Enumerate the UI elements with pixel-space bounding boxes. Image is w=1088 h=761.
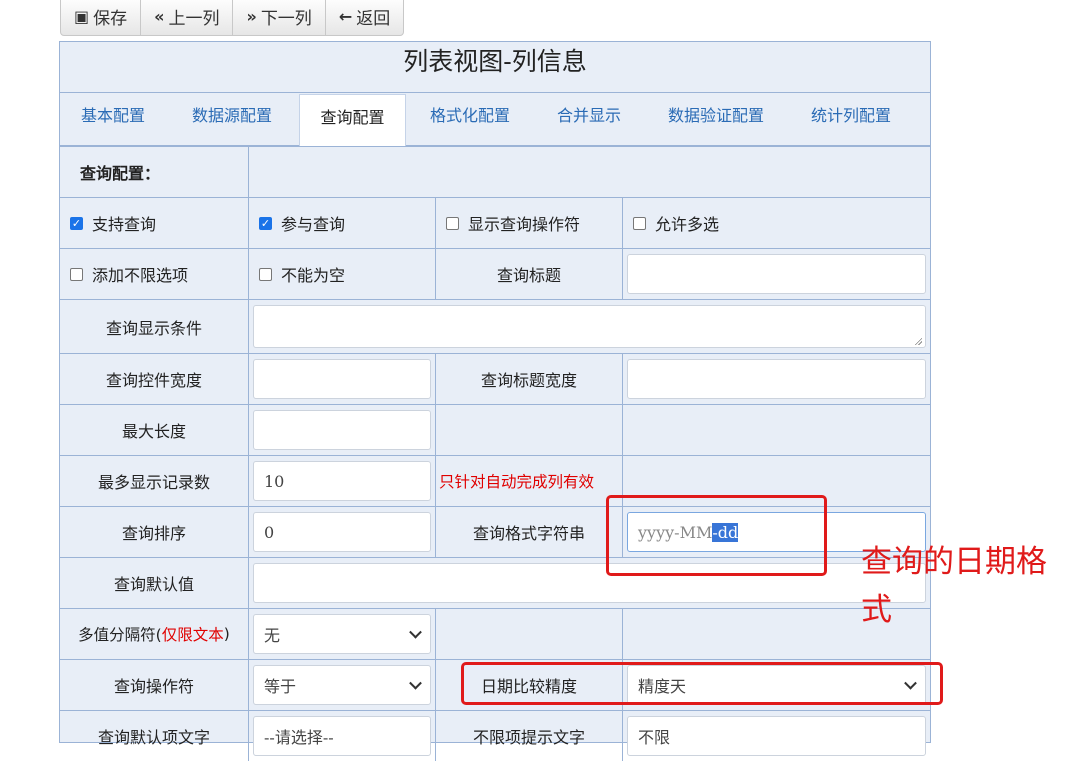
page-title: 列表视图-列信息 xyxy=(60,42,930,93)
show-query-operator-label: 显示查询操作符 xyxy=(468,215,581,234)
query-title-input[interactable] xyxy=(627,254,926,294)
multi-separator-label-a: 多值分隔符( xyxy=(78,626,162,644)
save-button[interactable]: ▣ 保存 xyxy=(60,0,142,36)
tab-bar: 基本配置 数据源配置 查询配置 格式化配置 合并显示 数据验证配置 统计列配置 xyxy=(60,93,930,146)
form-row: 多值分隔符(仅限文本) 无 xyxy=(60,608,930,659)
max-length-label: 最大长度 xyxy=(121,422,186,441)
unlimited-hint-label: 不限项提示文字 xyxy=(435,711,622,761)
not-empty-checkbox[interactable] xyxy=(259,267,272,281)
max-records-cell: 10 xyxy=(248,456,435,506)
max-length-input[interactable] xyxy=(253,410,431,450)
query-title-width-input[interactable] xyxy=(627,359,926,399)
query-format-label: 查询格式字符串 xyxy=(435,507,622,557)
query-operator-select[interactable]: 等于 xyxy=(253,665,431,705)
allow-multi-select-checkbox[interactable] xyxy=(633,216,646,230)
query-operator-label: 查询操作符 xyxy=(113,677,194,696)
toolbar: ▣ 保存 « 上一列 » 下一列 ← 返回 xyxy=(60,0,405,37)
query-sort-label: 查询排序 xyxy=(121,524,186,543)
tab-stat-column-config[interactable]: 统计列配置 xyxy=(811,93,891,145)
empty-cell xyxy=(435,609,622,659)
allow-multi-select-label: 允许多选 xyxy=(655,215,720,234)
back-button[interactable]: ← 返回 xyxy=(324,0,405,36)
annotation-note: 查询的日期格式 xyxy=(861,544,1047,628)
not-empty-label: 不能为空 xyxy=(281,266,346,285)
prev-column-button[interactable]: « 上一列 xyxy=(140,0,234,36)
double-chevron-left-icon: « xyxy=(154,6,165,26)
default-item-label: 查询默认项文字 xyxy=(97,728,210,747)
query-display-condition-label: 查询显示条件 xyxy=(105,318,202,338)
tab-basic-config[interactable]: 基本配置 xyxy=(81,93,145,145)
next-label: 下一列 xyxy=(260,8,312,29)
form-row: 查询默认项文字 --请选择-- 不限项提示文字 不限 xyxy=(60,710,930,761)
query-title-label: 查询标题 xyxy=(435,249,622,299)
section-label: 查询配置： xyxy=(80,164,161,183)
unlimited-hint-cell: 不限 xyxy=(622,711,930,761)
resize-handle-icon[interactable] xyxy=(914,337,922,345)
empty-cell xyxy=(622,405,930,455)
allow-multi-select-option[interactable]: 允许多选 xyxy=(622,198,930,248)
participate-query-checkbox[interactable]: ✓ xyxy=(259,216,272,230)
empty-cell xyxy=(248,147,930,197)
floppy-disk-icon: ▣ xyxy=(74,6,90,26)
show-query-operator-checkbox[interactable] xyxy=(446,216,459,230)
next-column-button[interactable]: » 下一列 xyxy=(232,0,326,36)
query-control-width-label: 查询控件宽度 xyxy=(105,371,202,390)
support-query-checkbox[interactable]: ✓ xyxy=(70,216,83,230)
annotation-box-precision xyxy=(461,662,943,705)
support-query-label: 支持查询 xyxy=(92,215,157,234)
form-row: 最大长度 xyxy=(60,404,930,455)
query-display-condition-textarea[interactable] xyxy=(253,305,926,348)
query-sort-input[interactable]: 0 xyxy=(253,512,431,552)
show-query-operator-option[interactable]: 显示查询操作符 xyxy=(435,198,622,248)
add-unlimited-label: 添加不限选项 xyxy=(92,266,189,285)
query-control-width-input[interactable] xyxy=(253,359,431,399)
tab-format-config[interactable]: 格式化配置 xyxy=(430,93,510,145)
add-unlimited-checkbox[interactable] xyxy=(70,267,83,281)
max-records-input[interactable]: 10 xyxy=(253,461,431,501)
support-query-option[interactable]: ✓ 支持查询 xyxy=(60,198,248,248)
query-display-condition-cell xyxy=(248,300,930,353)
default-item-cell: --请选择-- xyxy=(248,711,435,761)
double-chevron-right-icon: » xyxy=(246,6,257,26)
form-row: 查询控件宽度 查询标题宽度 xyxy=(60,353,930,404)
max-records-hint: 只针对自动完成列有效 xyxy=(435,456,622,506)
query-operator-cell: 等于 xyxy=(248,660,435,710)
multi-separator-label-c: ) xyxy=(223,625,230,643)
query-title-cell xyxy=(622,249,930,299)
tab-query-config[interactable]: 查询配置 xyxy=(299,94,406,146)
query-sort-cell: 0 xyxy=(248,507,435,557)
back-label: 返回 xyxy=(356,8,391,29)
form-row: 查询显示条件 xyxy=(60,299,930,353)
form-row: 查询配置： xyxy=(60,146,930,197)
add-unlimited-option[interactable]: 添加不限选项 xyxy=(60,249,248,299)
tab-validation-config[interactable]: 数据验证配置 xyxy=(668,93,764,145)
max-records-label: 最多显示记录数 xyxy=(97,473,210,492)
tab-datasource-config[interactable]: 数据源配置 xyxy=(192,93,272,145)
save-label: 保存 xyxy=(93,8,128,29)
query-default-cell xyxy=(248,558,930,608)
participate-query-option[interactable]: ✓ 参与查询 xyxy=(248,198,435,248)
multi-separator-cell: 无 xyxy=(248,609,435,659)
query-title-width-label: 查询标题宽度 xyxy=(435,354,622,404)
multi-separator-label: 多值分隔符(仅限文本) xyxy=(60,609,248,659)
not-empty-option[interactable]: 不能为空 xyxy=(248,249,435,299)
form-row: ✓ 支持查询 ✓ 参与查询 显示查询操作符 允许多选 xyxy=(60,197,930,248)
column-info-panel: 列表视图-列信息 基本配置 数据源配置 查询配置 格式化配置 合并显示 数据验证… xyxy=(59,41,931,761)
participate-query-label: 参与查询 xyxy=(281,215,346,234)
empty-cell xyxy=(435,405,622,455)
multi-separator-label-b: 仅限文本 xyxy=(161,626,224,644)
default-item-input[interactable]: --请选择-- xyxy=(253,716,431,756)
query-control-width-cell xyxy=(248,354,435,404)
annotation-box-format xyxy=(606,495,827,576)
form-row: 添加不限选项 不能为空 查询标题 xyxy=(60,248,930,299)
query-title-width-cell xyxy=(622,354,930,404)
arrow-left-icon: ← xyxy=(338,6,353,26)
tab-merge-display[interactable]: 合并显示 xyxy=(557,93,621,145)
prev-label: 上一列 xyxy=(168,8,220,29)
max-length-cell xyxy=(248,405,435,455)
unlimited-hint-input[interactable]: 不限 xyxy=(627,716,926,756)
query-default-label: 查询默认值 xyxy=(113,575,194,594)
multi-separator-select[interactable]: 无 xyxy=(253,614,431,654)
